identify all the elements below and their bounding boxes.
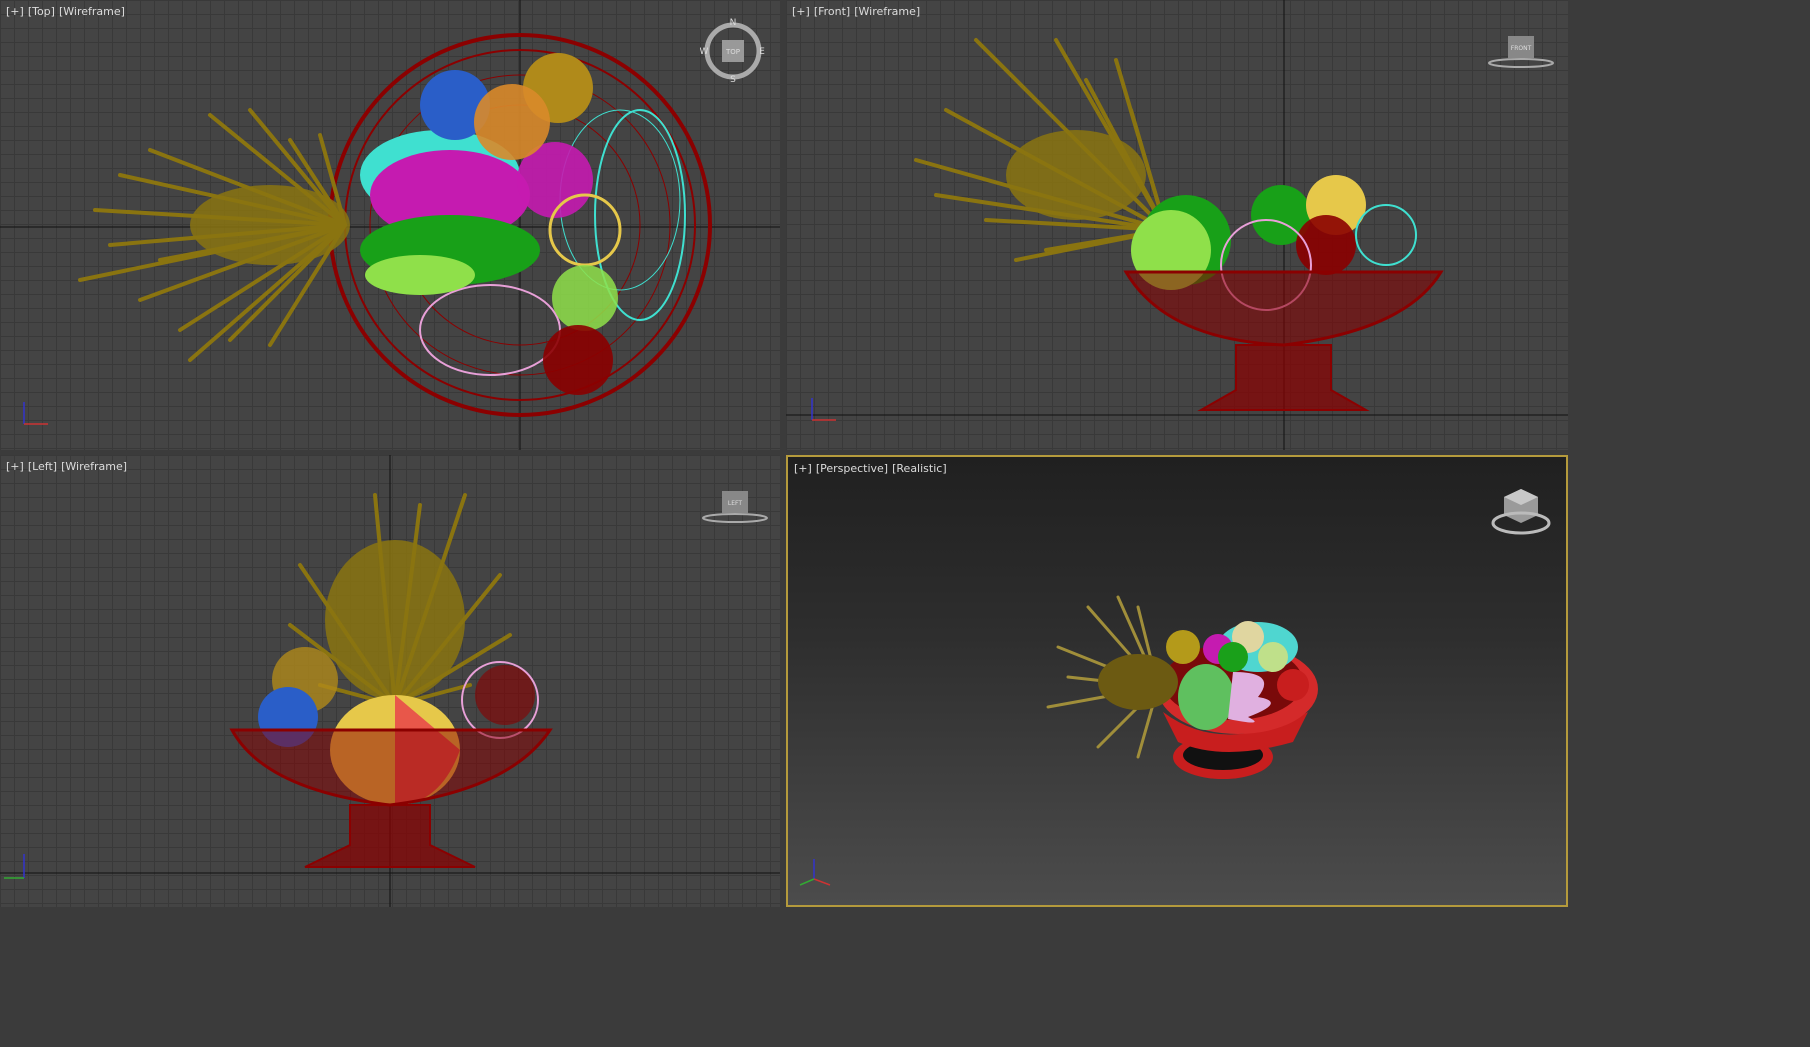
viewport-shading-mode[interactable]: [Wireframe] bbox=[854, 5, 920, 18]
bowl-wireframe bbox=[1123, 270, 1444, 411]
compass-icon[interactable]: TOP N S E W bbox=[700, 18, 766, 85]
svg-text:LEFT: LEFT bbox=[728, 500, 742, 507]
front-scene bbox=[786, 0, 1568, 450]
viewport-left[interactable]: [+] [Left] [Wireframe] LEFT bbox=[0, 455, 780, 907]
viewport-menu-plus[interactable]: [+] bbox=[6, 460, 24, 473]
viewport-point-of-view[interactable]: [Top] bbox=[28, 5, 55, 18]
viewport-point-of-view[interactable]: [Perspective] bbox=[816, 462, 888, 475]
viewport-shading-mode[interactable]: [Wireframe] bbox=[61, 460, 127, 473]
viewcube-icon[interactable]: LEFT bbox=[700, 489, 770, 525]
svg-text:S: S bbox=[730, 75, 736, 84]
axis-tripod-icon bbox=[23, 402, 48, 425]
viewport-menu-plus[interactable]: [+] bbox=[792, 5, 810, 18]
axis-tripod-icon bbox=[4, 854, 25, 879]
svg-text:N: N bbox=[730, 18, 737, 28]
viewport-point-of-view[interactable]: [Left] bbox=[28, 460, 57, 473]
viewport-menu-plus[interactable]: [+] bbox=[6, 5, 24, 18]
viewport-point-of-view[interactable]: [Front] bbox=[814, 5, 850, 18]
viewport-front-label[interactable]: [+] [Front] [Wireframe] bbox=[792, 5, 924, 18]
viewport-top-label[interactable]: [+] [Top] [Wireframe] bbox=[6, 5, 129, 18]
axis-tripod-icon bbox=[811, 398, 836, 421]
perspective-scene bbox=[1046, 595, 1318, 779]
viewport-shading-mode[interactable]: [Realistic] bbox=[892, 462, 947, 475]
viewport-menu-plus[interactable]: [+] bbox=[794, 462, 812, 475]
viewcube-icon[interactable]: FRONT bbox=[1486, 34, 1556, 70]
viewport-perspective[interactable]: [+] [Perspective] [Realistic] bbox=[786, 455, 1568, 907]
bowl-wireframe bbox=[229, 728, 553, 868]
svg-text:W: W bbox=[700, 47, 709, 57]
viewcube-icon[interactable] bbox=[1488, 485, 1554, 543]
viewport-top[interactable]: [+] [Top] [Wireframe] TOP N S E W bbox=[0, 0, 780, 450]
left-scene bbox=[0, 455, 780, 907]
svg-text:E: E bbox=[759, 47, 765, 57]
viewport-front[interactable]: [+] [Front] [Wireframe] FRONT bbox=[786, 0, 1568, 450]
viewport-left-label[interactable]: [+] [Left] [Wireframe] bbox=[6, 460, 131, 473]
svg-text:FRONT: FRONT bbox=[1511, 45, 1532, 52]
viewport-perspective-label[interactable]: [+] [Perspective] [Realistic] bbox=[794, 462, 951, 475]
svg-text:TOP: TOP bbox=[725, 48, 740, 56]
viewport-shading-mode[interactable]: [Wireframe] bbox=[59, 5, 125, 18]
axis-tripod-icon bbox=[799, 859, 831, 886]
top-scene bbox=[0, 0, 780, 450]
